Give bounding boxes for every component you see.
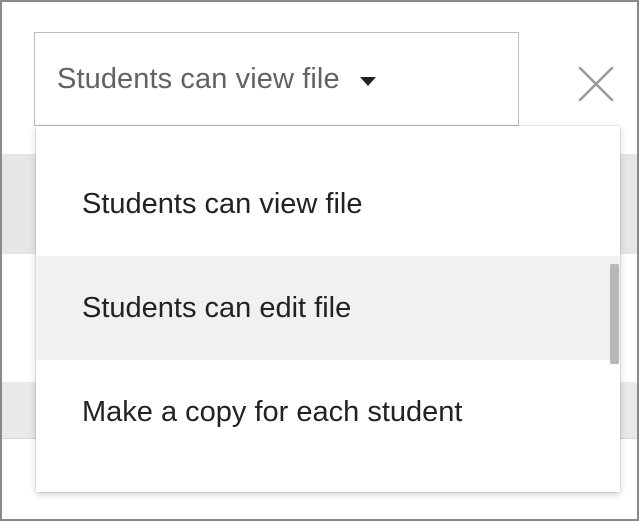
permission-menu: Students can view file Students can edit… [36,126,620,492]
permission-dropdown-label: Students can view file [57,62,340,95]
close-button[interactable] [570,58,622,110]
background-card [2,254,32,364]
menu-item-edit-file[interactable]: Students can edit file [36,256,620,360]
menu-scrollbar-thumb[interactable] [610,264,619,364]
share-permission-panel: Students can view file Students can view… [0,0,639,521]
menu-item-label: Students can view file [82,187,363,220]
menu-item-view-file[interactable]: Students can view file [36,152,620,256]
permission-dropdown[interactable]: Students can view file [34,32,519,126]
menu-item-make-copy[interactable]: Make a copy for each student [36,360,620,464]
menu-item-label: Students can edit file [82,291,352,324]
caret-down-icon [359,76,376,86]
menu-scrollbar-track[interactable] [606,126,620,492]
menu-item-label: Make a copy for each student [82,395,463,428]
close-icon [578,66,614,102]
